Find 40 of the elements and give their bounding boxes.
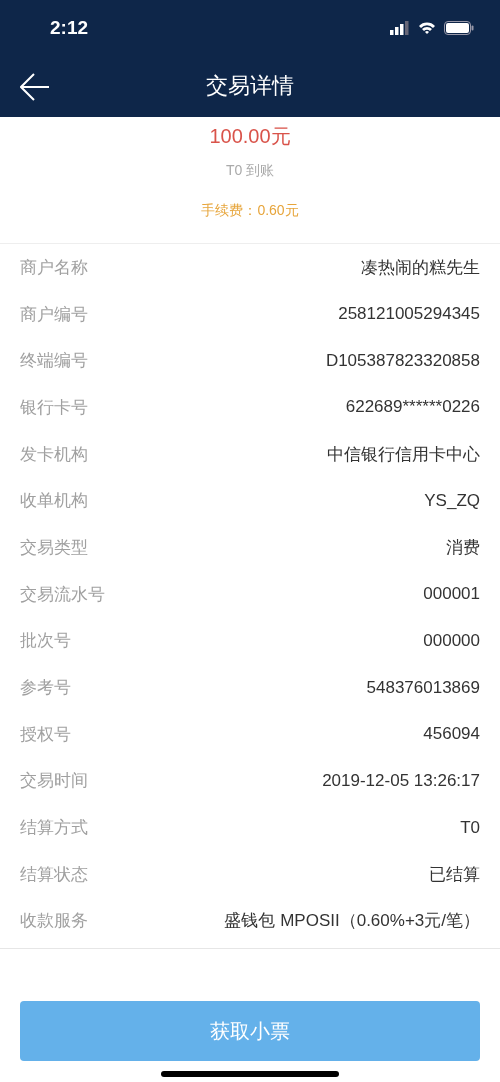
detail-value: 622689******0226 [345, 397, 480, 418]
detail-label: 收单机构 [20, 490, 88, 513]
detail-value: 2019-12-05 13:26:17 [322, 770, 480, 791]
back-arrow-icon[interactable] [20, 73, 50, 101]
detail-value: 凑热闹的糕先生 [361, 256, 480, 279]
detail-value: D105387823320858 [325, 350, 480, 371]
amount-text: 100.00元 [209, 124, 291, 149]
detail-value: 000001 [423, 584, 480, 605]
fee-text: 手续费：0.60元 [201, 202, 299, 220]
signal-icon [390, 20, 410, 35]
wifi-icon [418, 20, 436, 35]
detail-label: 参考号 [20, 677, 71, 700]
detail-label: 收款服务 [20, 910, 88, 933]
detail-label: 终端编号 [20, 350, 88, 373]
detail-label: 交易流水号 [20, 583, 105, 606]
detail-label: 批次号 [20, 630, 71, 653]
detail-value: 盛钱包 MPOSII（0.60%+3元/笔） [224, 910, 480, 933]
battery-icon [444, 20, 474, 35]
detail-label: 银行卡号 [20, 396, 88, 419]
detail-value: 548376013869 [366, 677, 480, 698]
detail-label: 交易时间 [20, 770, 88, 793]
detail-label: 结算状态 [20, 863, 88, 886]
detail-value: 中信银行信用卡中心 [327, 443, 480, 466]
detail-value: 消费 [446, 536, 480, 559]
detail-label: 商户名称 [20, 256, 88, 279]
detail-value: 258121005294345 [338, 304, 480, 325]
settlement-text: T0 到账 [225, 162, 275, 180]
detail-label: 发卡机构 [20, 443, 88, 466]
page-title: 交易详情 [206, 72, 294, 100]
detail-label: 授权号 [20, 723, 71, 746]
detail-value: T0 [460, 817, 480, 838]
detail-value: 已结算 [429, 863, 480, 886]
detail-value: 000000 [423, 630, 480, 651]
detail-label: 商户编号 [20, 303, 88, 326]
detail-label: 结算方式 [20, 817, 88, 840]
detail-label: 交易类型 [20, 536, 88, 559]
detail-value: 456094 [423, 724, 480, 745]
get-receipt-button[interactable]: 获取小票 [20, 1001, 480, 1062]
detail-value: YS_ZQ [424, 490, 480, 511]
status-time: 2:12 [50, 16, 89, 39]
